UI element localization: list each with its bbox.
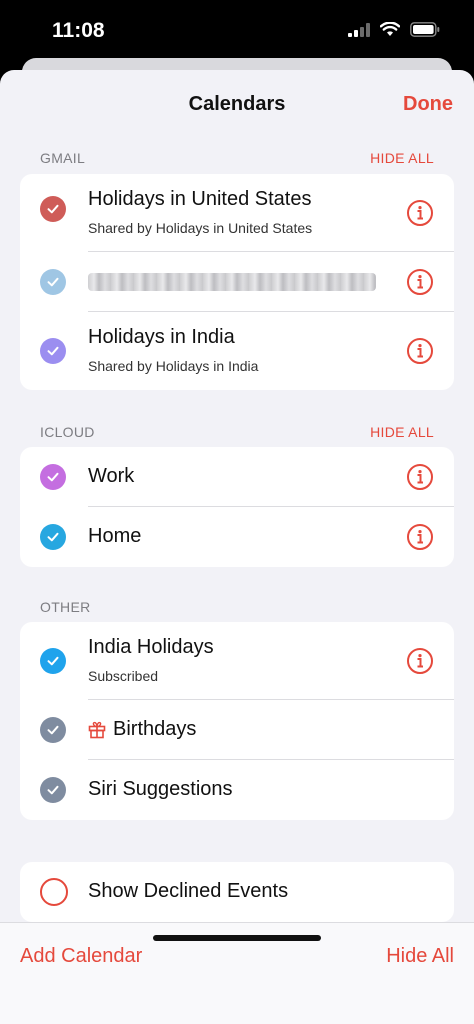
icloud-calendar-group: Work Home — [20, 447, 454, 567]
checkmark-icon[interactable] — [40, 717, 66, 743]
declined-events-label: Show Declined Events — [88, 880, 289, 902]
icloud-hide-all-button[interactable]: HIDE ALL — [370, 424, 434, 440]
home-indicator — [153, 935, 321, 941]
info-icon[interactable] — [406, 463, 434, 491]
hide-all-button[interactable]: Hide All — [386, 945, 454, 968]
section-header-gmail: GMAIL HIDE ALL — [40, 148, 434, 168]
add-calendar-button[interactable]: Add Calendar — [20, 945, 142, 968]
checkmark-icon[interactable] — [40, 269, 66, 295]
checkmark-icon[interactable] — [40, 196, 66, 222]
wifi-icon — [380, 22, 400, 36]
calendar-row-home[interactable]: Home — [20, 507, 454, 567]
calendar-subtitle: Subscribed — [88, 668, 159, 684]
calendar-row-redacted[interactable] — [20, 252, 454, 312]
checkmark-icon[interactable] — [40, 464, 66, 490]
calendar-subtitle: Shared by Holidays in United States — [88, 220, 313, 236]
calendars-sheet: Calendars Done GMAIL HIDE ALL Holidays i… — [0, 70, 474, 1024]
calendar-name: India Holidays — [88, 636, 214, 658]
calendar-name: Siri Suggestions — [88, 778, 233, 800]
info-icon[interactable] — [406, 268, 434, 296]
info-icon[interactable] — [406, 199, 434, 227]
status-time: 11:08 — [52, 19, 105, 42]
calendar-name: Holidays in India — [88, 326, 235, 348]
calendar-row-work[interactable]: Work — [20, 447, 454, 507]
checkmark-icon[interactable] — [40, 777, 66, 803]
info-icon[interactable] — [406, 337, 434, 365]
checkmark-icon[interactable] — [40, 524, 66, 550]
status-bar: 11:08 — [0, 0, 474, 60]
info-icon[interactable] — [406, 523, 434, 551]
gift-icon — [88, 721, 106, 739]
show-declined-events-row[interactable]: Show Declined Events — [20, 862, 454, 922]
calendar-row-holidays-india[interactable]: Holidays in India Shared by Holidays in … — [20, 312, 454, 390]
section-title-other: OTHER — [40, 599, 91, 615]
checkmark-icon[interactable] — [40, 648, 66, 674]
other-calendar-group: India Holidays Subscribed Birthdays Siri… — [20, 622, 454, 820]
calendar-name: Holidays in United States — [88, 188, 312, 210]
section-header-icloud: ICLOUD HIDE ALL — [40, 422, 434, 442]
cellular-signal-icon — [348, 22, 370, 37]
calendar-row-siri-suggestions[interactable]: Siri Suggestions — [20, 760, 454, 820]
calendar-row-holidays-us[interactable]: Holidays in United States Shared by Holi… — [20, 174, 454, 252]
redacted-email — [88, 273, 376, 291]
battery-icon — [410, 22, 440, 37]
calendar-name: Work — [88, 465, 135, 487]
status-icons — [348, 22, 440, 37]
info-icon[interactable] — [406, 647, 434, 675]
checkmark-icon[interactable] — [40, 338, 66, 364]
section-header-other: OTHER — [40, 597, 434, 617]
gmail-hide-all-button[interactable]: HIDE ALL — [370, 150, 434, 166]
section-title-gmail: GMAIL — [40, 150, 86, 166]
calendar-name: Home — [88, 525, 142, 547]
calendar-subtitle: Shared by Holidays in India — [88, 358, 259, 374]
gmail-calendar-group: Holidays in United States Shared by Holi… — [20, 174, 454, 390]
declined-events-group: Show Declined Events — [20, 862, 454, 922]
unchecked-circle-icon[interactable] — [40, 878, 68, 906]
calendar-row-india-holidays[interactable]: India Holidays Subscribed — [20, 622, 454, 700]
calendar-name: Birthdays — [113, 718, 197, 740]
section-title-icloud: ICLOUD — [40, 424, 95, 440]
navigation-bar: Calendars Done — [0, 70, 474, 140]
calendar-row-birthdays[interactable]: Birthdays — [20, 700, 454, 760]
done-button[interactable]: Done — [403, 93, 453, 116]
